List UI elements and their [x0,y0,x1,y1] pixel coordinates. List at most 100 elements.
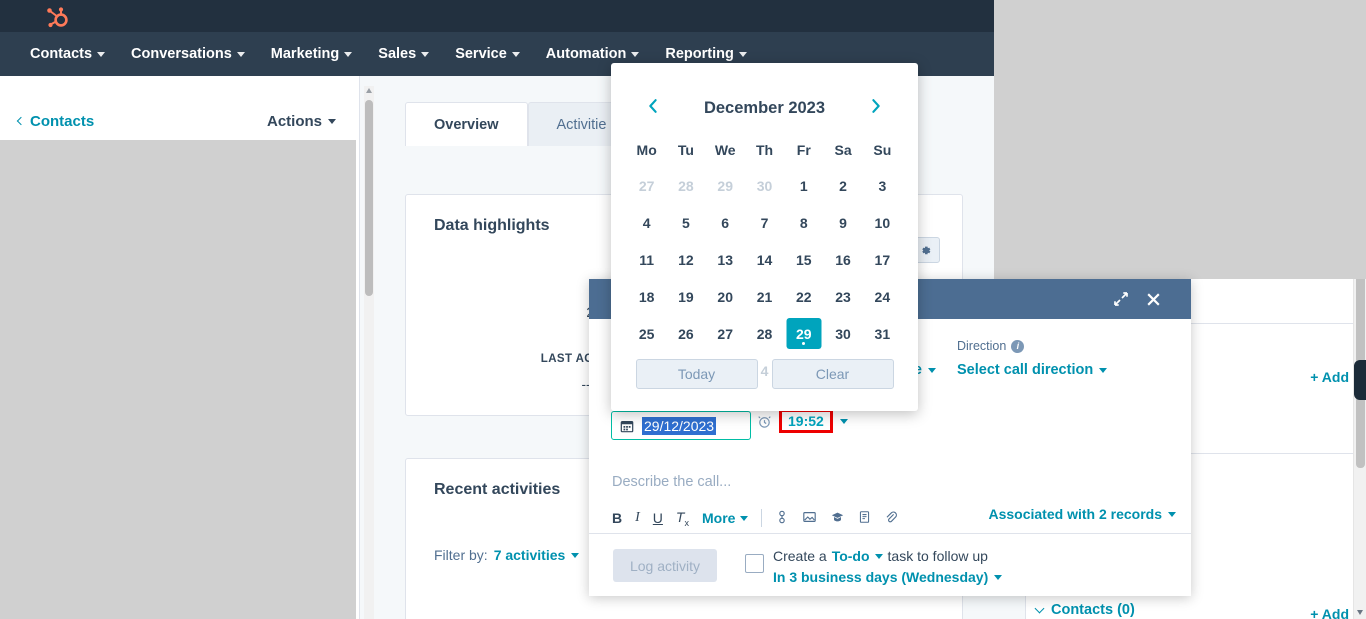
calendar-day-header: Su [873,142,892,158]
calendar-day-header: Mo [636,142,657,158]
calendar-day[interactable]: 24 [863,278,902,315]
calendar-day[interactable]: 4 [627,204,666,241]
nav-label: Sales [378,46,417,62]
calendar-day[interactable]: 7 [745,204,784,241]
knowledge-icon[interactable] [830,510,845,527]
create-todo-checkbox[interactable] [745,554,764,573]
scroll-up-arrow-icon[interactable] [366,88,372,93]
right-section-contacts-header[interactable]: Contacts (0) [1034,602,1135,618]
date-input[interactable]: 29/12/2023 [611,411,751,440]
calendar-day[interactable]: 5 [666,204,705,241]
calendar-day[interactable]: 23 [823,278,862,315]
calendar-clear-button[interactable]: Clear [771,359,894,389]
calendar-day[interactable]: 27 [706,315,745,352]
calendar-day[interactable]: 28 [745,315,784,352]
calendar-day[interactable]: 15 [784,241,823,278]
composer-footer: Log activity Create a To-do task to foll… [589,533,1191,596]
calendar-day[interactable]: 28 [666,167,705,204]
calendar-day[interactable]: 14 [745,241,784,278]
calendar-day[interactable]: 2 [823,167,862,204]
calendar-day[interactable]: 13 [706,241,745,278]
nav-item-automation[interactable]: Automation [546,46,640,62]
document-icon[interactable] [858,510,871,527]
next-month-button[interactable] [867,96,884,121]
calendar-day[interactable]: 20 [706,278,745,315]
calendar-day[interactable]: 27 [627,167,666,204]
calendar-day[interactable]: 30 [823,315,862,352]
direction-select[interactable]: Select call direction [957,362,1108,378]
nav-item-reporting[interactable]: Reporting [665,46,747,62]
bold-icon[interactable]: B [612,510,622,526]
calendar-day-header: We [714,142,736,158]
underline-icon[interactable]: U [653,510,663,526]
left-panel-occluder [0,140,356,619]
expand-icon[interactable] [1111,289,1131,309]
nav-item-marketing[interactable]: Marketing [271,46,353,62]
calendar-day[interactable]: 6 [706,204,745,241]
clear-formatting-icon[interactable]: Tx [676,509,689,528]
more-formatting-button[interactable]: More [701,510,749,526]
scrollbar-thumb[interactable] [365,100,373,296]
image-icon[interactable] [802,510,817,527]
calendar-day[interactable]: 16 [823,241,862,278]
calendar-day[interactable]: 21 [745,278,784,315]
link-icon[interactable] [775,510,789,527]
italic-icon[interactable]: I [635,510,640,526]
tab-overview[interactable]: Overview [405,102,528,146]
calendar-day[interactable]: 26 [666,315,705,352]
calendar-day[interactable]: 3 [863,167,902,204]
actions-label: Actions [266,112,322,130]
call-description-input[interactable]: Describe the call... [612,474,731,490]
calendar-day[interactable]: 31 [863,315,902,352]
add-contact-button[interactable]: + Add [1310,606,1349,619]
associated-records-dropdown[interactable]: Associated with 2 records [988,506,1176,522]
chevron-down-icon [740,515,749,521]
breadcrumb-contacts[interactable]: Contacts [16,113,94,130]
log-activity-button[interactable]: Log activity [613,549,717,582]
todo-due-dropdown[interactable]: In 3 business days (Wednesday) [773,569,1003,585]
attachment-icon[interactable] [884,510,898,527]
close-icon[interactable] [1143,289,1163,309]
calendar-day[interactable]: 22 [784,278,823,315]
calendar-day[interactable]: 1 [784,167,823,204]
todo-due-label: In 3 business days (Wednesday) [773,569,989,585]
calendar-today-button[interactable]: Today [635,359,758,389]
calendar-day[interactable]: 19 [666,278,705,315]
calendar-day[interactable]: 9 [823,204,862,241]
actions-dropdown[interactable]: Actions [267,113,336,130]
time-value: 19:52 [779,409,833,433]
nav-item-contacts[interactable]: Contacts [30,46,106,62]
chevron-left-icon [16,116,26,125]
nav-item-service[interactable]: Service [455,46,520,62]
calendar-day[interactable]: 25 [627,315,666,352]
direction-value: Select call direction [957,362,1094,378]
chevron-down-icon [738,51,747,57]
prev-month-button[interactable] [645,96,662,121]
time-field[interactable]: 19:52 [757,409,848,433]
calendar-grid: Mo Tu We Th Fr Sa Su 27 28 29 30 1 2 3 4 5 6 7 8 9 10 11 12 13 1… [627,133,902,389]
calendar-day[interactable]: 12 [666,241,705,278]
calendar-day[interactable]: 11 [627,241,666,278]
filter-by-value[interactable]: 7 activities [494,547,566,563]
add-ticket-button[interactable]: + Add [1310,369,1349,385]
calendar-day-header: Sa [834,142,852,158]
tab-label: Overview [434,116,499,133]
scroll-down-arrow-icon[interactable] [1357,610,1363,615]
calendar-day[interactable]: 29 [706,167,745,204]
calendar-day-selected[interactable]: 29 [784,315,823,352]
chevron-down-icon [97,51,106,57]
info-icon[interactable]: i [1011,339,1025,353]
todo-type-dropdown[interactable]: To-do [832,548,870,564]
calendar-day[interactable]: 10 [863,204,902,241]
nav-item-conversations[interactable]: Conversations [131,46,245,62]
calendar-day[interactable]: 18 [627,278,666,315]
more-label: More [701,510,736,526]
calendar-day[interactable]: 17 [863,241,902,278]
calendar-day[interactable]: 30 [745,167,784,204]
hubspot-sprocket-logo[interactable] [44,4,70,30]
calendar-day[interactable]: 8 [784,204,823,241]
left-scrollbar[interactable] [364,86,374,619]
chevron-down-icon [344,51,353,57]
nav-item-sales[interactable]: Sales [378,46,430,62]
edge-pull-tab[interactable] [1354,360,1366,400]
